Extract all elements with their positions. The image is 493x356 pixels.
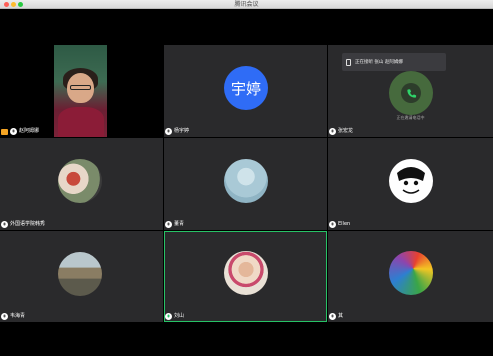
participant-name: 刘山	[174, 313, 185, 319]
participant-video	[54, 45, 107, 137]
calling-banner: 正在接听 张山 赵阿姆娜	[342, 53, 446, 71]
participant-avatar	[58, 159, 102, 203]
participant-namebar: 刘山	[165, 312, 184, 321]
participant-name: 韦海青	[10, 313, 26, 319]
participant-tile-8[interactable]: 刘山	[164, 231, 327, 322]
participant-name: 张宏龙	[338, 128, 354, 134]
participant-avatar	[389, 251, 433, 295]
participant-avatar: 宇婷	[224, 66, 268, 110]
participant-name: 其	[338, 313, 344, 319]
participant-namebar: 其	[329, 312, 343, 321]
mic-muted-icon	[329, 313, 336, 320]
participant-namebar: 杨宇婷	[165, 127, 189, 136]
mic-active-icon	[165, 313, 172, 320]
glasses-icon	[70, 85, 91, 90]
participant-namebar: 外国语学院韩秀	[1, 220, 45, 229]
participant-avatar	[224, 251, 268, 295]
participant-tile-2[interactable]: 宇婷 杨宇婷	[164, 45, 327, 137]
mic-muted-icon	[10, 128, 17, 135]
participant-tile-9[interactable]: 其	[328, 231, 493, 322]
mic-muted-icon	[1, 221, 8, 228]
participant-namebar: 韦海青	[1, 312, 25, 321]
participant-namebar: 张宏龙	[329, 127, 353, 136]
mic-muted-icon	[329, 221, 336, 228]
participant-namebar: 董青	[165, 220, 184, 229]
calling-text: 正在接听 张山 赵阿姆娜	[355, 60, 403, 65]
participant-name: 外国语学院韩秀	[10, 221, 46, 227]
participant-tile-7[interactable]: 韦海青	[0, 231, 163, 322]
participant-avatar	[224, 159, 268, 203]
screen-share-icon	[1, 128, 8, 135]
participant-avatar	[389, 159, 433, 203]
participant-avatar	[58, 252, 102, 296]
participant-avatar	[389, 71, 433, 115]
participant-tile-5[interactable]: 董青	[164, 138, 327, 230]
mobile-phone-icon	[346, 58, 351, 66]
participant-tile-3[interactable]: 正在接听 张山 赵阿姆娜 正在邀请电话中 张宏龙	[328, 45, 493, 137]
participant-namebar: Ellen	[329, 220, 350, 229]
participant-name: 赵阿姆娜	[19, 128, 40, 134]
participant-tile-1[interactable]: 赵阿姆娜	[0, 45, 163, 137]
participant-name: 杨宇婷	[174, 128, 190, 134]
participant-tile-4[interactable]: 外国语学院韩秀	[0, 138, 163, 230]
mic-muted-icon	[329, 128, 336, 135]
participant-tile-6[interactable]: Ellen	[328, 138, 493, 230]
window-titlebar: 腾讯会议	[0, 0, 493, 9]
mic-muted-icon	[165, 128, 172, 135]
mic-muted-icon	[165, 221, 172, 228]
participant-namebar: 赵阿姆娜	[1, 127, 39, 136]
participant-grid: 赵阿姆娜 宇婷 杨宇婷 正在接听 张山 赵阿姆娜 正在邀请电话中 张宏龙 外国语…	[0, 45, 493, 322]
participant-name: 董青	[174, 221, 185, 227]
window-title: 腾讯会议	[234, 1, 259, 8]
call-status-text: 正在邀请电话中	[396, 115, 425, 120]
phone-icon	[401, 83, 421, 103]
participant-name: Ellen	[338, 221, 351, 227]
mic-muted-icon	[1, 313, 8, 320]
